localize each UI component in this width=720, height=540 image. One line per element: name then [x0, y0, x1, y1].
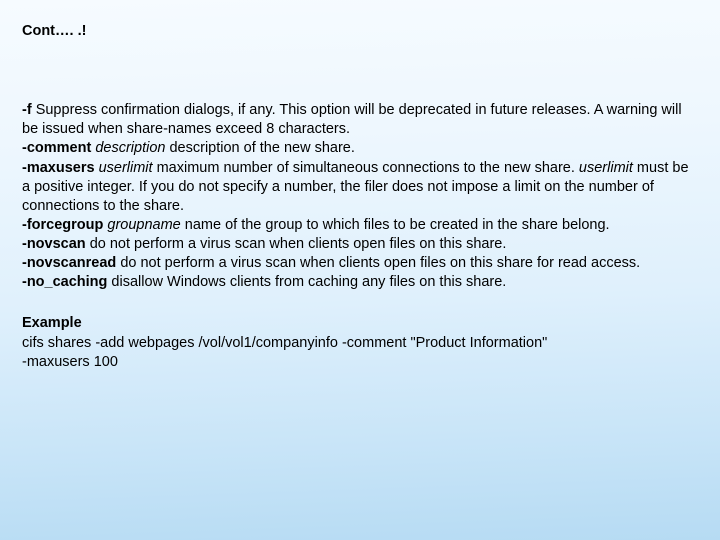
arg-maxusers-2: userlimit: [579, 160, 633, 176]
option-f: -f Suppress confirmation dialogs, if any…: [22, 101, 694, 139]
example-heading: Example: [22, 314, 694, 333]
text-f: Suppress confirmation dialogs, if any. T…: [22, 102, 682, 137]
flag-nocaching: -no_caching: [22, 274, 107, 290]
options-block: -f Suppress confirmation dialogs, if any…: [22, 101, 694, 292]
example-line-2: -maxusers 100: [22, 353, 694, 372]
option-novscan: -novscan do not perform a virus scan whe…: [22, 235, 694, 254]
flag-f: -f: [22, 102, 32, 118]
page-title: Cont…. .!: [22, 22, 694, 41]
text-forcegroup: name of the group to which files to be c…: [181, 217, 610, 233]
flag-forcegroup: -forcegroup: [22, 217, 103, 233]
flag-comment: -comment: [22, 140, 91, 156]
option-novscanread: -novscanread do not perform a virus scan…: [22, 254, 694, 273]
text-maxusers-1: maximum number of simultaneous connectio…: [153, 160, 579, 176]
flag-novscan: -novscan: [22, 236, 86, 252]
arg-comment: description: [91, 140, 165, 156]
arg-maxusers: userlimit: [95, 160, 153, 176]
option-nocaching: -no_caching disallow Windows clients fro…: [22, 273, 694, 292]
example-block: cifs shares -add webpages /vol/vol1/comp…: [22, 334, 694, 372]
text-comment: description of the new share.: [165, 140, 354, 156]
example-line-1: cifs shares -add webpages /vol/vol1/comp…: [22, 334, 694, 353]
option-forcegroup: -forcegroup groupname name of the group …: [22, 216, 694, 235]
text-novscan: do not perform a virus scan when clients…: [86, 236, 507, 252]
text-nocaching: disallow Windows clients from caching an…: [107, 274, 506, 290]
flag-maxusers: -maxusers: [22, 160, 95, 176]
text-novscanread: do not perform a virus scan when clients…: [116, 255, 640, 271]
arg-forcegroup: groupname: [103, 217, 180, 233]
flag-novscanread: -novscanread: [22, 255, 116, 271]
option-maxusers: -maxusers userlimit maximum number of si…: [22, 159, 694, 216]
option-comment: -comment description description of the …: [22, 139, 694, 158]
